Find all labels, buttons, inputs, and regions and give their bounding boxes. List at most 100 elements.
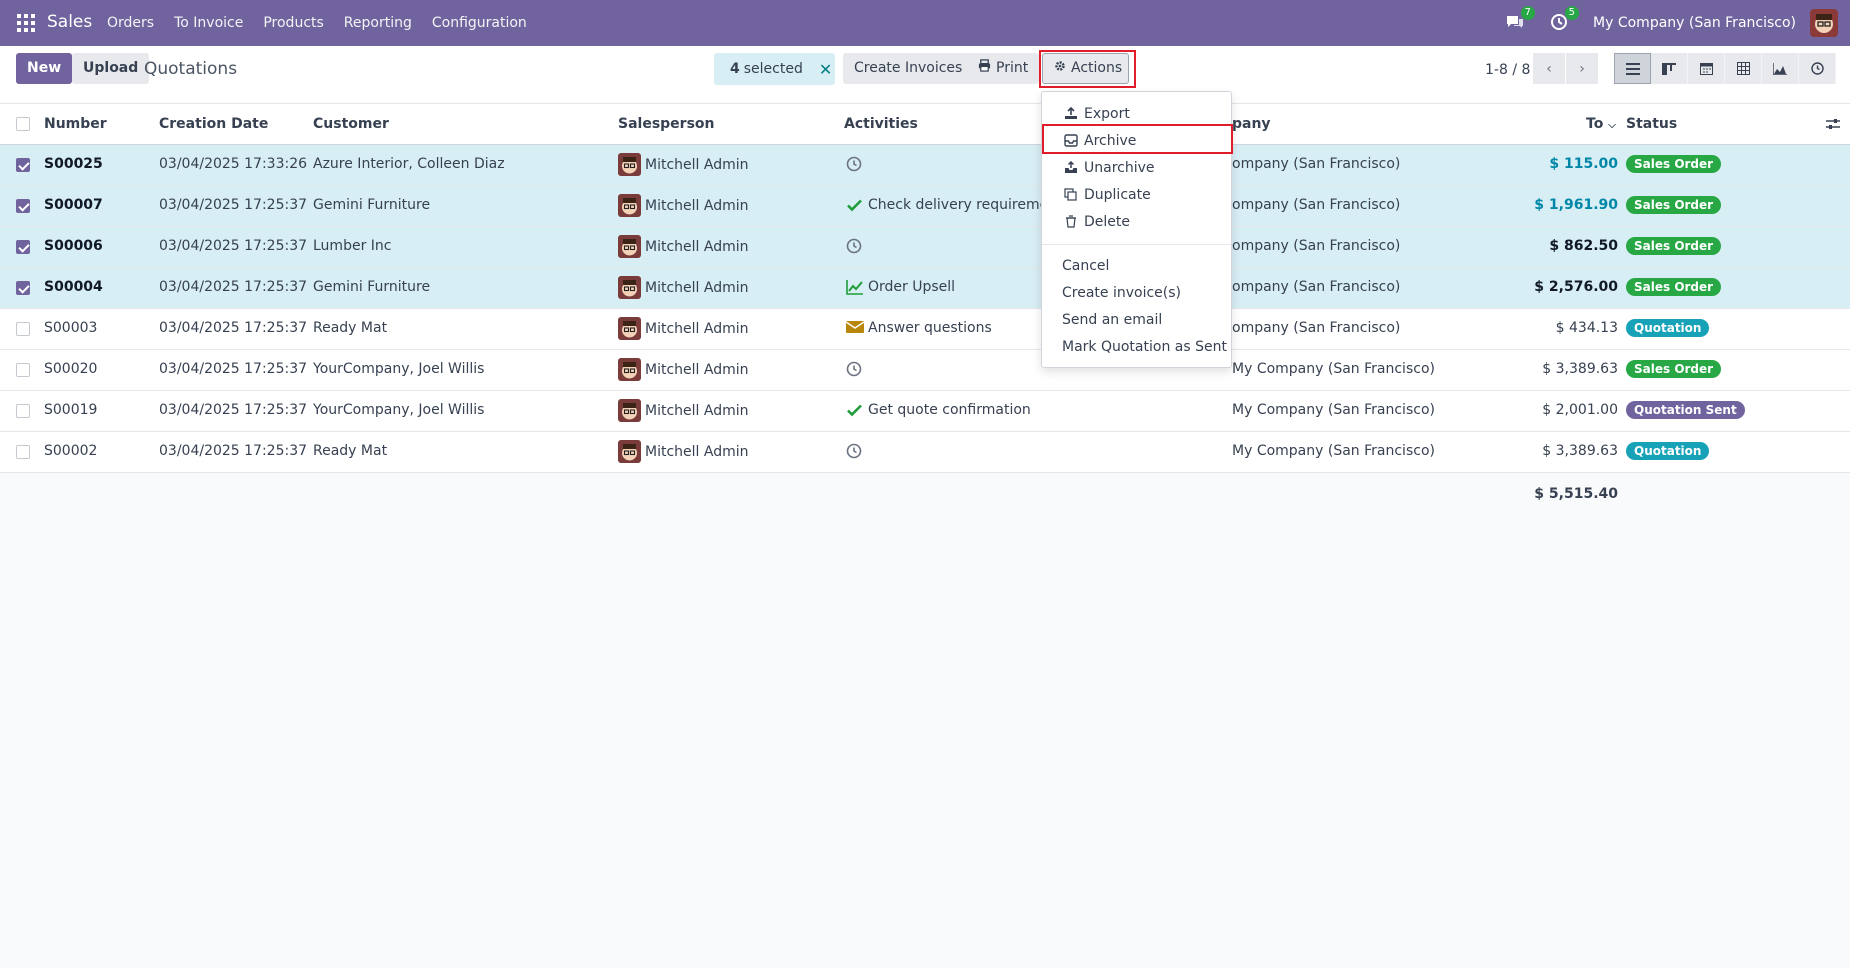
envelope-icon[interactable]: [845, 320, 865, 338]
apps-grid-icon[interactable]: [17, 14, 35, 32]
new-button[interactable]: New: [16, 53, 73, 84]
create-invoices-button[interactable]: Create Invoices: [843, 53, 974, 84]
header-status[interactable]: Status: [1626, 116, 1677, 132]
table-row[interactable]: S00003 03/04/2025 17:25:37 Ready Mat Mitche…: [0, 309, 1850, 350]
row-checkbox[interactable]: [16, 404, 30, 418]
header-activities[interactable]: Activities: [844, 116, 918, 132]
messages-icon[interactable]: 7: [1505, 6, 1536, 34]
kanban-view-icon[interactable]: [1651, 53, 1688, 84]
salesperson-avatar[interactable]: [618, 235, 641, 258]
status-badge: Sales Order: [1626, 278, 1722, 296]
table-row[interactable]: S00020 03/04/2025 17:25:37 YourCompany, Jo…: [0, 350, 1850, 391]
row-activity: Answer questions: [868, 320, 992, 336]
header-total[interactable]: To ⌵: [1586, 116, 1616, 132]
activity-view-icon[interactable]: [1799, 53, 1836, 84]
user-avatar[interactable]: [1810, 9, 1838, 37]
header-salesperson[interactable]: Salesperson: [618, 116, 715, 132]
selection-indicator: 4 selected ✕: [714, 53, 835, 85]
row-total: $ 3,389.63: [1542, 361, 1618, 377]
row-checkbox[interactable]: [16, 445, 30, 459]
clock-icon[interactable]: [846, 443, 864, 461]
header-customer[interactable]: Customer: [313, 116, 389, 132]
check-icon[interactable]: [846, 402, 864, 420]
pager-value[interactable]: 1-8 / 8: [1485, 62, 1530, 78]
print-button[interactable]: Print: [967, 53, 1040, 84]
clock-icon[interactable]: [846, 238, 864, 256]
salesperson-avatar[interactable]: [618, 153, 641, 176]
salesperson-avatar[interactable]: [618, 399, 641, 422]
row-checkbox[interactable]: [16, 199, 30, 213]
list-view-icon[interactable]: [1614, 53, 1651, 84]
chart-icon[interactable]: [846, 279, 864, 297]
salesperson-avatar[interactable]: [618, 317, 641, 340]
row-number: S00019: [44, 402, 98, 418]
row-creation-date: 03/04/2025 17:33:26: [159, 156, 308, 172]
menu-item-duplicate[interactable]: Duplicate: [1042, 182, 1231, 208]
row-customer: YourCompany, Joel Willis: [313, 361, 485, 377]
graph-view-icon[interactable]: [1762, 53, 1799, 84]
row-checkbox[interactable]: [16, 363, 30, 377]
clock-icon[interactable]: [846, 156, 864, 174]
menu-orders[interactable]: Orders: [107, 15, 154, 31]
header-creation-date[interactable]: Creation Date: [159, 116, 268, 132]
optional-columns-icon[interactable]: [1826, 118, 1840, 134]
actions-dropdown-menu: Export Archive Unarchive Duplicate Delet…: [1041, 91, 1233, 368]
pager-next-icon[interactable]: ›: [1566, 53, 1598, 84]
clock-icon[interactable]: [846, 361, 864, 379]
menu-item-unarchive[interactable]: Unarchive: [1042, 155, 1231, 181]
row-checkbox[interactable]: [16, 322, 30, 336]
menu-to-invoice[interactable]: To Invoice: [174, 15, 243, 31]
menu-item-archive[interactable]: Archive: [1042, 128, 1231, 154]
pivot-view-icon[interactable]: [1725, 53, 1762, 84]
menu-configuration[interactable]: Configuration: [432, 15, 527, 31]
table-row[interactable]: S00019 03/04/2025 17:25:37 YourCompany, Jo…: [0, 391, 1850, 432]
activities-badge: 5: [1564, 6, 1580, 20]
menu-item-archive-label: Archive: [1084, 133, 1137, 149]
activities-icon[interactable]: 5: [1549, 6, 1580, 34]
main-menu: Orders To Invoice Products Reporting Con…: [107, 15, 547, 31]
row-checkbox[interactable]: [16, 281, 30, 295]
check-icon[interactable]: [846, 197, 864, 215]
row-checkbox[interactable]: [16, 240, 30, 254]
salesperson-avatar[interactable]: [618, 276, 641, 299]
row-customer: Gemini Furniture: [313, 279, 431, 295]
header-number[interactable]: Number: [44, 116, 107, 132]
row-company: ompany (San Francisco): [1232, 238, 1401, 254]
menu-item-unarchive-label: Unarchive: [1084, 160, 1155, 176]
menu-item-delete[interactable]: Delete: [1042, 209, 1231, 235]
row-salesperson: Mitchell Admin: [645, 157, 749, 173]
row-salesperson: Mitchell Admin: [645, 198, 749, 214]
pager-previous-icon[interactable]: ‹: [1533, 53, 1565, 84]
menu-item-create-invoices[interactable]: Create invoice(s): [1042, 280, 1231, 306]
table-row[interactable]: S00006 03/04/2025 17:25:37 Lumber Inc Mitch…: [0, 227, 1850, 268]
control-panel: New Upload Quotations 4 selected ✕ Creat…: [0, 46, 1850, 104]
menu-products[interactable]: Products: [263, 15, 323, 31]
menu-item-mark-sent[interactable]: Mark Quotation as Sent: [1042, 334, 1231, 360]
menu-item-send-email[interactable]: Send an email: [1042, 307, 1231, 333]
row-number: S00003: [44, 320, 98, 336]
company-switcher[interactable]: My Company (San Francisco): [1593, 15, 1796, 31]
menu-item-cancel[interactable]: Cancel: [1042, 253, 1231, 279]
table-row[interactable]: S00004 03/04/2025 17:25:37 Gemini Furnitur…: [0, 268, 1850, 309]
menu-reporting[interactable]: Reporting: [344, 15, 412, 31]
view-switcher: [1614, 53, 1836, 84]
top-navbar: Sales Orders To Invoice Products Reporti…: [0, 0, 1850, 46]
row-customer: Gemini Furniture: [313, 197, 431, 213]
salesperson-avatar[interactable]: [618, 358, 641, 381]
row-checkbox[interactable]: [16, 158, 30, 172]
salesperson-avatar[interactable]: [618, 194, 641, 217]
clear-selection-icon[interactable]: ✕: [819, 60, 832, 79]
upload-button[interactable]: Upload: [72, 53, 150, 84]
table-row[interactable]: S00002 03/04/2025 17:25:37 Ready Mat Mitche…: [0, 432, 1850, 473]
header-company[interactable]: pany: [1232, 116, 1271, 132]
actions-button[interactable]: Actions: [1042, 53, 1129, 84]
menu-divider: [1042, 244, 1231, 245]
salesperson-avatar[interactable]: [618, 440, 641, 463]
table-row[interactable]: S00007 03/04/2025 17:25:37 Gemini Furnitur…: [0, 186, 1850, 227]
row-number: S00006: [44, 238, 103, 254]
upload-icon: [1064, 107, 1078, 121]
table-row[interactable]: S00025 03/04/2025 17:33:26 Azure Interior,…: [0, 145, 1850, 186]
app-name[interactable]: Sales: [47, 12, 92, 32]
calendar-view-icon[interactable]: [1688, 53, 1725, 84]
select-all-checkbox[interactable]: [16, 117, 30, 131]
